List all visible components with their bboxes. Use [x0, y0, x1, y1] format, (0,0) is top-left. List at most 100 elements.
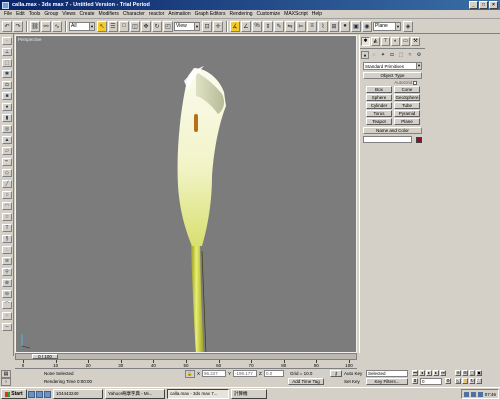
bind-spacewarp-icon[interactable]: ∿ — [52, 20, 62, 32]
menu-character[interactable]: Character — [123, 11, 145, 17]
named-selection-icon[interactable]: ✎ — [274, 20, 284, 32]
menu-views[interactable]: Views — [62, 11, 75, 17]
tab-loft-icon[interactable]: ⌒ — [2, 301, 12, 309]
render-scene-icon[interactable]: ▣ — [351, 20, 361, 32]
select-object-icon[interactable]: ↖ — [97, 20, 107, 32]
add-time-tag-button[interactable]: Add Time Tag — [288, 378, 324, 385]
select-by-name-icon[interactable]: ☰ — [108, 20, 118, 32]
render-last-icon[interactable]: ◈ — [403, 20, 413, 32]
time-slider[interactable]: 0 / 100 — [15, 353, 357, 360]
name-and-color-rollout[interactable]: Name and Color — [363, 127, 422, 134]
menu-tools[interactable]: Tools — [29, 11, 41, 17]
shapes-icon[interactable]: ◌ — [370, 51, 378, 59]
object-name-field[interactable] — [363, 136, 413, 143]
media-quicklaunch-icon[interactable] — [44, 390, 51, 398]
tab-teapot-icon[interactable]: ☕ — [2, 158, 12, 166]
tab-wind-icon[interactable]: ≋ — [2, 257, 12, 265]
x-coord-field[interactable]: 96.227 — [202, 370, 226, 377]
motion-tab-icon[interactable]: ◐ — [391, 37, 400, 46]
hierarchy-tab-icon[interactable]: ⊤ — [381, 37, 390, 46]
sphere-button[interactable]: Sphere — [366, 94, 392, 101]
maximize-viewport-icon[interactable]: ⛶ — [476, 378, 482, 384]
modify-tab-icon[interactable]: ◭ — [371, 37, 380, 46]
time-config-icon[interactable]: ⚙ — [445, 378, 451, 384]
play-icon[interactable]: ▸ — [426, 370, 432, 376]
select-manipulate-icon[interactable]: ✛ — [213, 20, 223, 32]
material-editor-icon[interactable]: ● — [340, 20, 350, 32]
set-key-icon[interactable]: ⚷ — [330, 370, 342, 377]
minimize-button[interactable]: _ — [469, 1, 478, 9]
menu-modifiers[interactable]: Modifiers — [99, 11, 119, 17]
tab-point-icon[interactable]: · — [2, 37, 12, 45]
tab-line-icon[interactable]: ╱ — [2, 180, 12, 188]
time-slider-thumb[interactable]: 0 / 100 — [32, 354, 58, 359]
key-mode-dropdown[interactable]: Selected — [366, 370, 408, 377]
mirror-icon[interactable]: ⇋ — [285, 20, 295, 32]
task-3dsmax[interactable]: calla.max - 3ds max 7... — [167, 389, 229, 399]
lock-selection-icon[interactable]: 🔒 — [185, 370, 195, 378]
tab-star-icon[interactable]: ☆ — [2, 213, 12, 221]
geosphere-button[interactable]: GeoSphere — [394, 94, 420, 101]
utilities-tab-icon[interactable]: ⚒ — [411, 37, 420, 46]
geometry-icon[interactable]: ● — [361, 51, 369, 59]
tab-modifier-icon[interactable]: ∽ — [2, 323, 12, 331]
zoom-extents-all-icon[interactable]: ▣ — [476, 370, 482, 376]
rectangular-selection-icon[interactable]: □ — [119, 20, 129, 32]
tab-bone-icon[interactable]: ⚲ — [2, 268, 12, 276]
tab-compound-icon[interactable]: ⊕ — [2, 279, 12, 287]
maxscript-listener-icon[interactable]: ▤ — [1, 370, 11, 378]
set-key-button[interactable]: Set Key — [344, 379, 360, 384]
percent-snap-icon[interactable]: % — [252, 20, 262, 32]
task-folder[interactable]: 104443240 — [53, 389, 103, 399]
menu-group[interactable]: Group — [44, 11, 58, 17]
plane-button[interactable]: Plane — [394, 118, 420, 125]
tab-plane-icon[interactable]: ▱ — [2, 147, 12, 155]
menu-reactor[interactable]: reactor — [149, 11, 165, 17]
select-move-icon[interactable]: ✥ — [141, 20, 151, 32]
tab-sphere-icon[interactable]: ● — [2, 103, 12, 111]
spacewarps-icon[interactable]: ≈ — [406, 51, 414, 59]
angle-snap-icon[interactable]: ∠ — [241, 20, 251, 32]
render-type-dropdown[interactable]: Plane ▼ — [373, 21, 401, 31]
tab-camera-icon[interactable]: ◘ — [2, 81, 12, 89]
object-color-swatch[interactable] — [416, 136, 422, 143]
ie-quicklaunch-icon[interactable] — [28, 390, 35, 398]
tab-helper-icon[interactable]: ⬚ — [2, 59, 12, 67]
field-of-view-icon[interactable]: ◺ — [455, 378, 461, 384]
arc-rotate-icon[interactable]: ↻ — [469, 378, 475, 384]
menu-file[interactable]: File — [4, 11, 12, 17]
undo-icon[interactable]: ↶ — [2, 20, 12, 32]
zoom-icon[interactable]: ⊕ — [455, 370, 461, 376]
menu-customize[interactable]: Customize — [257, 11, 281, 17]
tab-text-icon[interactable]: T — [2, 224, 12, 232]
volume-tray-icon[interactable] — [470, 391, 476, 397]
lights-icon[interactable]: ✦ — [379, 51, 387, 59]
tab-arc-icon[interactable]: ◠ — [2, 202, 12, 210]
window-crossing-icon[interactable]: ◫ — [130, 20, 140, 32]
reference-coordinate-dropdown[interactable]: View ▼ — [174, 21, 200, 31]
menu-rendering[interactable]: Rendering — [229, 11, 252, 17]
tab-cone-icon[interactable]: ▲ — [2, 136, 12, 144]
app-icon[interactable] — [2, 1, 9, 9]
pan-icon[interactable]: ✋ — [462, 378, 468, 384]
start-button[interactable]: Start — [1, 389, 27, 399]
tab-particle-icon[interactable]: ∴ — [2, 246, 12, 254]
tab-tape-icon[interactable]: ⟂ — [2, 48, 12, 56]
pyramid-button[interactable]: Pyramid — [394, 110, 420, 117]
tab-shape-icon[interactable]: ◇ — [2, 169, 12, 177]
curve-editor-icon[interactable]: ⌇ — [318, 20, 328, 32]
tab-light-icon[interactable]: ✱ — [2, 70, 12, 78]
menu-create[interactable]: Create — [80, 11, 95, 17]
link-icon[interactable]: ⛓ — [30, 20, 40, 32]
layer-manager-icon[interactable]: ≡ — [307, 20, 317, 32]
select-scale-icon[interactable]: ◰ — [163, 20, 173, 32]
helpers-icon[interactable]: ⬚ — [397, 51, 405, 59]
menu-maxscript[interactable]: MAXScript — [284, 11, 308, 17]
create-tab-icon[interactable]: ✱ — [361, 37, 370, 46]
align-icon[interactable]: ⊨ — [296, 20, 306, 32]
zoom-extents-icon[interactable]: ▢ — [469, 370, 475, 376]
close-button[interactable]: × — [489, 1, 498, 9]
network-tray-icon[interactable] — [463, 391, 469, 397]
autogrid-checkbox[interactable] — [413, 80, 417, 85]
current-frame-field[interactable]: 0 — [420, 378, 442, 385]
